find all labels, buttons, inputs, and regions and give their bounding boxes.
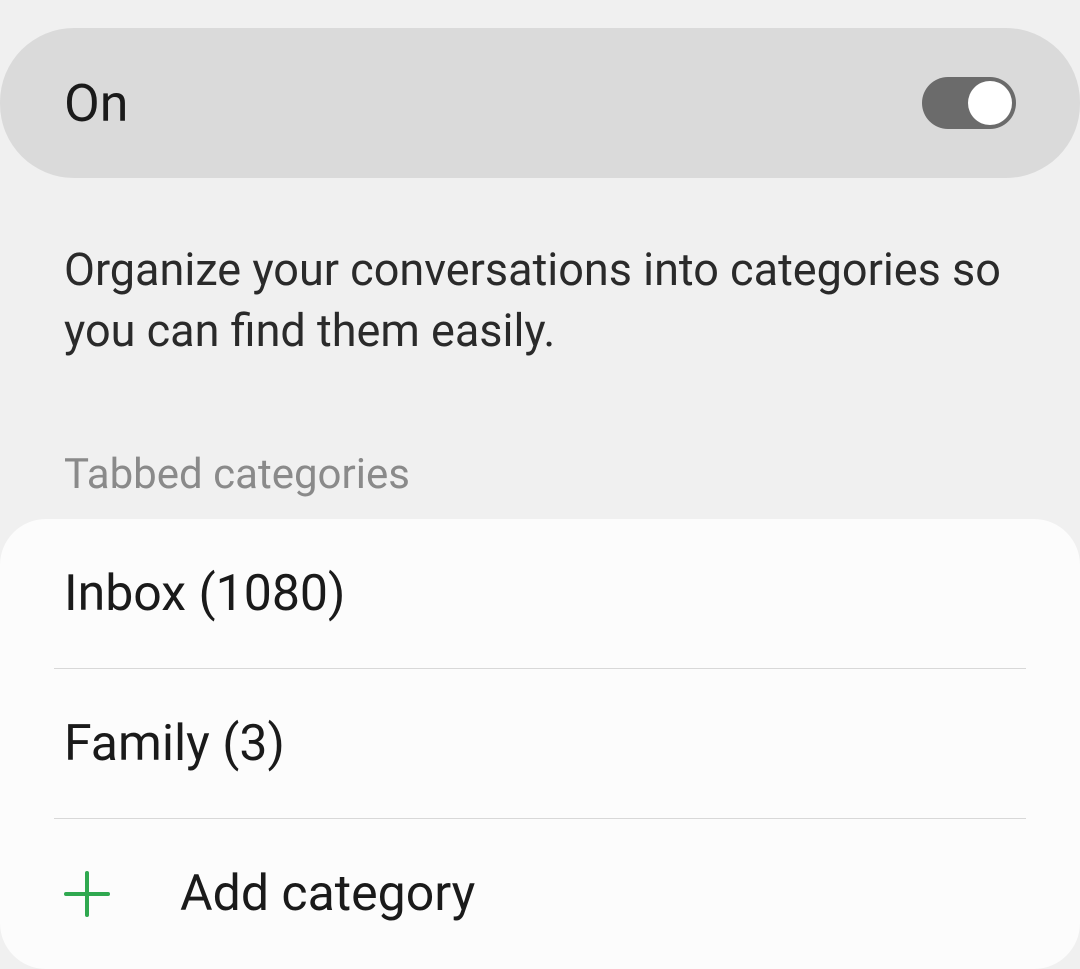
toggle-knob	[968, 81, 1012, 125]
toggle-card: On	[0, 28, 1080, 178]
category-label: Family (3)	[64, 715, 285, 773]
category-label: Inbox (1080)	[64, 565, 345, 623]
plus-icon	[64, 871, 110, 917]
section-header: Tabbed categories	[0, 362, 1080, 519]
add-category-button[interactable]: Add category	[0, 819, 1080, 969]
toggle-switch[interactable]	[922, 77, 1016, 129]
toggle-label: On	[64, 73, 129, 134]
add-category-label: Add category	[180, 865, 475, 923]
category-list: Inbox (1080) Family (3) Add category	[0, 519, 1080, 969]
settings-description: Organize your conversations into categor…	[0, 178, 1080, 362]
category-item-inbox[interactable]: Inbox (1080)	[0, 519, 1080, 669]
category-item-family[interactable]: Family (3)	[0, 669, 1080, 819]
